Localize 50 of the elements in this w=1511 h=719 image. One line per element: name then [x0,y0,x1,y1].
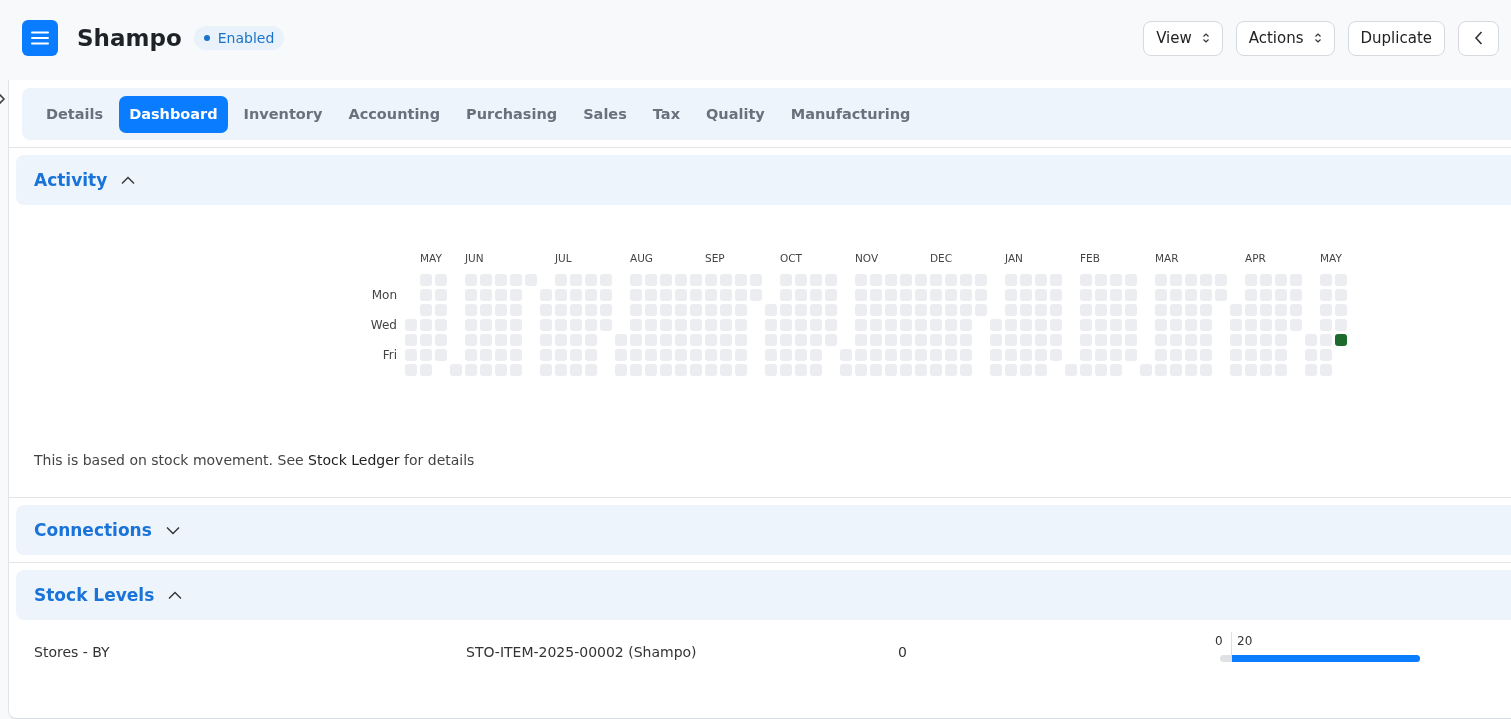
stock-ledger-link[interactable]: Stock Ledger [308,452,400,468]
month-label: DEC [930,252,953,264]
quantity-value: 0 [898,644,908,660]
section-header[interactable]: Connections [16,505,1511,555]
section-title: Connections [34,520,152,540]
section-title: Stock Levels [34,585,155,605]
month-label: MAY [420,252,442,264]
tab[interactable]: Manufacturing [780,95,921,133]
section-header[interactable]: Activity [16,155,1511,205]
sort-caret-icon [1201,32,1210,44]
tab[interactable]: Details [36,95,114,133]
tab[interactable]: Purchasing [456,95,568,133]
tab[interactable]: Inventory [233,95,333,133]
month-label: AUG [630,252,653,264]
month-label: OCT [780,252,802,264]
sort-caret-icon [1313,32,1322,44]
duplicate-button[interactable]: Duplicate [1347,20,1445,56]
tab[interactable]: Accounting [338,95,451,133]
month-label: SEP [705,252,725,264]
heatmap-cell [1335,334,1347,346]
scale-start-label: 0 [1215,634,1224,650]
scale-end-label: 20 [1237,634,1253,650]
dropdown-button[interactable]: Actions [1235,20,1335,56]
chevron-right-icon[interactable] [0,92,6,106]
weekday-label: Wed [370,318,397,332]
section-header[interactable]: Stock Levels [16,570,1511,620]
weekday-label: Mon [371,288,397,302]
weekday-label: Fri [382,348,397,362]
page-title: Shampo [77,25,182,51]
status-badge: Enabled [193,26,285,50]
item-name: STO-ITEM-2025-00002 (Shampo) [466,644,698,660]
menu-icon [31,31,49,45]
month-label: JUN [465,252,484,264]
section-title: Activity [34,170,108,190]
month-label: NOV [855,252,879,264]
tab[interactable]: Sales [573,95,637,133]
dropdown-button[interactable]: View [1143,20,1223,56]
tab[interactable]: Quality [696,95,775,133]
tab[interactable]: Tax [642,95,690,133]
month-label: FEB [1080,252,1100,264]
tab[interactable]: Dashboard [119,95,228,133]
chevron-left-icon [1473,30,1484,46]
month-label: MAR [1155,252,1179,264]
month-label: APR [1245,252,1266,264]
month-label: JAN [1005,252,1023,264]
menu-button[interactable] [22,20,58,56]
activity-note: This is based on stock movement. See Stock Ledger for details [34,452,476,468]
warehouse-name: Stores - BY [34,644,111,660]
month-label: MAY [1320,252,1342,264]
month-label: JUL [555,252,572,264]
